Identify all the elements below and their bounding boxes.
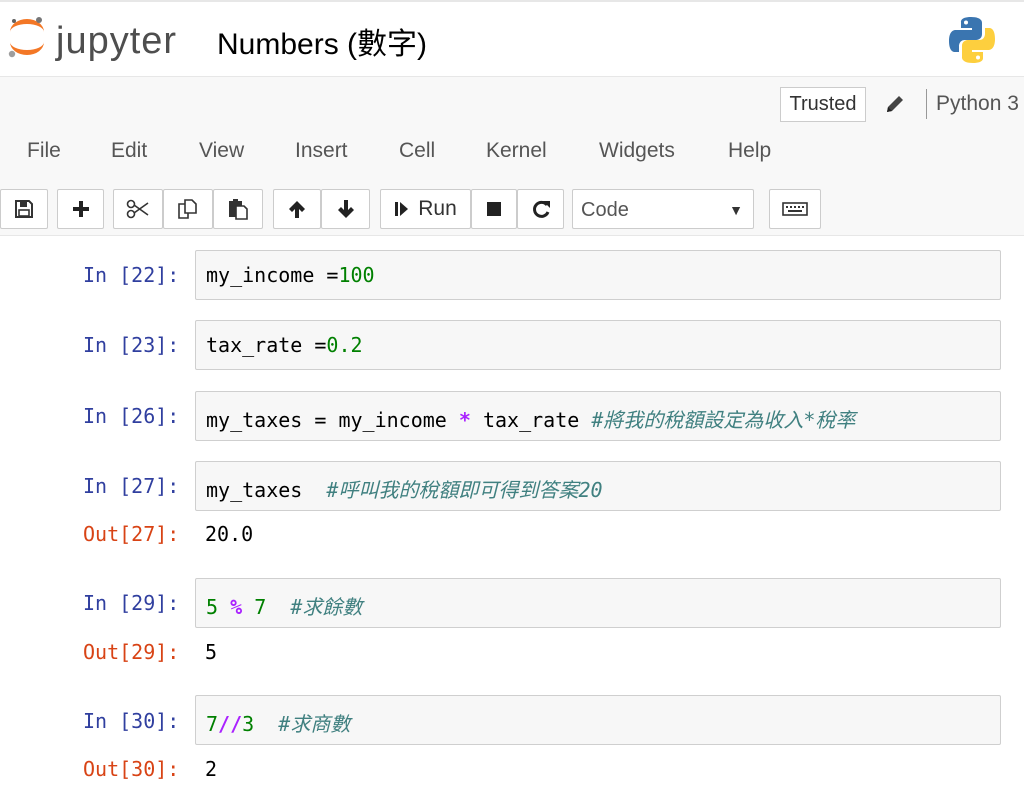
move-up-button[interactable] — [273, 189, 321, 229]
menu-kernel[interactable]: Kernel — [486, 139, 547, 163]
dropdown-arrow-icon: ▼ — [729, 202, 743, 218]
cell-input-area[interactable]: tax_rate =0.2 — [195, 320, 1001, 370]
number-token: 7 — [254, 595, 267, 619]
command-palette-button[interactable] — [769, 189, 821, 229]
number-token: 7 — [206, 712, 219, 736]
operator-token: // — [218, 712, 243, 736]
keyboard-icon — [782, 202, 808, 216]
cell-output: 20.0 — [205, 522, 254, 546]
operator-token: % — [230, 595, 243, 619]
cell-input-area[interactable]: my_taxes #呼叫我的稅額即可得到答案20 — [195, 461, 1001, 511]
insert-cell-button[interactable] — [57, 189, 104, 229]
code-token: my_taxes — [206, 478, 327, 502]
code-text: 5 % 7 #求餘數 — [206, 591, 362, 620]
code-token: tax_rate — [470, 408, 592, 432]
menu-insert[interactable]: Insert — [295, 139, 348, 163]
output-prompt: Out[29]: — [83, 640, 180, 664]
number-token: 100 — [338, 263, 375, 287]
menu-view[interactable]: View — [199, 139, 244, 163]
jupyter-wordmark: jupyter — [56, 20, 178, 62]
jupyter-logo[interactable]: jupyter — [6, 14, 186, 64]
pencil-icon[interactable] — [884, 93, 906, 115]
menu-widgets[interactable]: Widgets — [599, 139, 675, 163]
cut-icon — [126, 199, 149, 219]
menu-file[interactable]: File — [27, 139, 61, 163]
trusted-indicator[interactable]: Trusted — [780, 87, 866, 122]
input-prompt: In [22]: — [83, 263, 180, 287]
kernel-separator — [926, 89, 927, 119]
input-prompt: In [23]: — [83, 333, 180, 357]
comment-token: #將我的稅額設定為收入*稅率 — [591, 408, 856, 432]
stop-icon — [487, 202, 501, 216]
paste-button[interactable] — [213, 189, 263, 229]
python-logo-icon — [949, 17, 995, 63]
code-token: tax_rate = — [206, 333, 327, 357]
run-icon — [395, 202, 409, 216]
copy-button[interactable] — [163, 189, 213, 229]
save-icon — [15, 200, 33, 218]
comment-token: #呼叫我的稅額即可得到答案20 — [326, 478, 603, 502]
menubar-container: Trusted Python 3 File Edit View Insert C… — [0, 76, 1024, 236]
code-text: 7//3 #求商數 — [206, 708, 350, 737]
cell-input-area[interactable]: 7//3 #求商數 — [195, 695, 1001, 745]
code-text: tax_rate =0.2 — [206, 333, 363, 357]
save-button[interactable] — [0, 189, 48, 229]
plus-icon — [72, 201, 89, 217]
arrow-down-icon — [337, 200, 354, 218]
input-prompt: In [26]: — [83, 404, 180, 428]
input-prompt: In [29]: — [83, 591, 180, 615]
code-text: my_taxes = my_income * tax_rate #將我的稅額設定… — [206, 404, 855, 433]
number-token: 5 — [206, 595, 219, 619]
number-token: 0.2 — [326, 333, 363, 357]
cell-type-select[interactable]: Code ▼ — [572, 189, 754, 229]
code-token: my_taxes = my_income — [206, 408, 459, 432]
cell-input-area[interactable]: 5 % 7 #求餘數 — [195, 578, 1001, 628]
comment-token: #求商數 — [278, 712, 351, 736]
header: jupyter Numbers (數字) — [0, 0, 1024, 76]
input-prompt: In [27]: — [83, 474, 180, 498]
operator-token: * — [458, 408, 471, 432]
restart-button[interactable] — [517, 189, 564, 229]
arrow-up-icon — [289, 201, 305, 218]
move-down-button[interactable] — [321, 189, 370, 229]
menu-help[interactable]: Help — [728, 139, 771, 163]
run-button[interactable]: Run — [380, 189, 471, 229]
paste-icon — [229, 199, 248, 220]
copy-icon — [178, 199, 197, 219]
restart-icon — [532, 200, 550, 218]
cell-input-area[interactable]: my_income =100 — [195, 250, 1001, 300]
code-text: my_income =100 — [206, 263, 375, 287]
comment-token: #求餘數 — [290, 595, 363, 619]
output-prompt: Out[27]: — [83, 522, 180, 546]
number-token: 3 — [242, 712, 255, 736]
cell-output: 2 — [205, 757, 218, 781]
run-label: Run — [418, 197, 457, 220]
cut-button[interactable] — [113, 189, 163, 229]
output-prompt: Out[30]: — [83, 757, 180, 781]
code-text: my_taxes #呼叫我的稅額即可得到答案20 — [206, 474, 603, 503]
kernel-indicator[interactable]: Python 3 — [936, 92, 1019, 116]
cell-input-area[interactable]: my_taxes = my_income * tax_rate #將我的稅額設定… — [195, 391, 1001, 441]
menu-edit[interactable]: Edit — [111, 139, 147, 163]
cell-type-value: Code — [581, 199, 629, 221]
jupyter-logo-icon — [8, 17, 44, 58]
menu-cell[interactable]: Cell — [399, 139, 435, 163]
notebook-title[interactable]: Numbers (數字) — [217, 19, 427, 63]
code-token: my_income = — [206, 263, 339, 287]
input-prompt: In [30]: — [83, 709, 180, 733]
notebook-container: In [22]: my_income =100 In [23]: tax_rat… — [0, 237, 1024, 793]
cell-output: 5 — [205, 640, 218, 664]
interrupt-button[interactable] — [471, 189, 517, 229]
